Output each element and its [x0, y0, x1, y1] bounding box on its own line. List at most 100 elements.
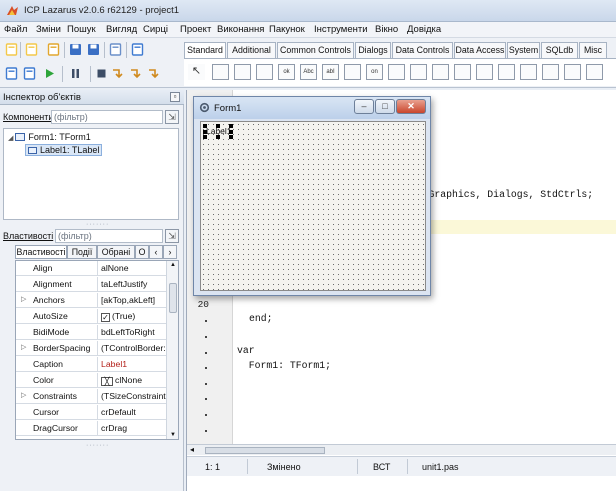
property-value[interactable]: crDefault [97, 405, 166, 419]
step-into-icon[interactable] [110, 66, 125, 81]
menu-item-8[interactable]: Інструменти [314, 24, 368, 35]
property-row[interactable]: Alignment taLeftJustify [16, 277, 166, 292]
property-value[interactable]: ✓ (True) [97, 309, 166, 323]
expand-arrow-icon[interactable]: ▷ [21, 341, 26, 355]
property-row[interactable]: DragCursor crDrag [16, 421, 166, 436]
property-value[interactable]: Label1 [97, 357, 166, 371]
run-icon[interactable] [42, 66, 57, 81]
tab-events[interactable]: Події [67, 245, 97, 259]
palette-component-2[interactable] [256, 64, 273, 80]
property-row[interactable]: AutoSize ✓ (True) [16, 309, 166, 324]
menu-item-4[interactable]: Сирці [143, 24, 168, 35]
property-row[interactable]: Color ╳ clNone [16, 373, 166, 388]
palette-component-14[interactable] [520, 64, 537, 80]
palette-tab-data-access[interactable]: Data Access [454, 42, 506, 58]
palette-component-8[interactable] [388, 64, 405, 80]
palette-component-6[interactable] [344, 64, 361, 80]
splitter-grip[interactable]: ······· [86, 221, 109, 228]
palette-component-0[interactable] [212, 64, 229, 80]
property-value[interactable]: ╳ clNone [97, 373, 166, 387]
resize-grip[interactable] [229, 130, 233, 134]
palette-component-13[interactable] [498, 64, 515, 80]
expand-arrow-icon[interactable]: ▷ [21, 293, 26, 307]
tab-properties[interactable]: Властивості [15, 245, 67, 259]
menu-item-2[interactable]: Пошук [67, 24, 96, 35]
save-all-icon[interactable] [86, 42, 101, 57]
form-designer-title-bar[interactable]: Form1 – □ ✕ [194, 97, 430, 119]
palette-tab-system[interactable]: System [507, 42, 540, 58]
menu-item-10[interactable]: Довідка [407, 24, 441, 35]
open-icon[interactable] [46, 42, 61, 57]
palette-tab-sqldb[interactable]: SQLdb [541, 42, 578, 58]
scroll-up-icon[interactable]: ▲ [170, 262, 176, 268]
splitter-grip[interactable]: ······· [86, 442, 109, 449]
tab-restricted[interactable]: О [135, 245, 149, 259]
palette-tab-additional[interactable]: Additional [227, 42, 276, 58]
property-value[interactable]: crDrag [97, 421, 166, 435]
palette-component-16[interactable] [564, 64, 581, 80]
resize-grip[interactable] [203, 124, 207, 128]
properties-filter-input[interactable]: (фільтр) [55, 229, 163, 243]
resize-grip[interactable] [203, 130, 207, 134]
scroll-left-icon[interactable]: ◂ [190, 445, 194, 454]
palette-component-11[interactable] [454, 64, 471, 80]
expand-arrow-icon[interactable]: ▷ [21, 389, 26, 403]
resize-grip[interactable] [216, 124, 220, 128]
palette-tab-dialogs[interactable]: Dialogs [355, 42, 391, 58]
palette-component-4[interactable]: Abc [300, 64, 317, 80]
palette-tab-common-controls[interactable]: Common Controls [277, 42, 354, 58]
property-value[interactable]: taLeftJustify [97, 277, 166, 291]
property-value[interactable]: (TControlBorder: [97, 341, 166, 355]
palette-component-17[interactable] [586, 64, 603, 80]
property-value[interactable]: bdLeftToRight [97, 325, 166, 339]
stop-icon[interactable] [94, 66, 109, 81]
property-row[interactable]: ▷ Anchors [akTop,akLeft] [16, 293, 166, 308]
clear-filter-icon[interactable]: ⇲ [165, 110, 179, 124]
resize-grip[interactable] [216, 135, 220, 139]
save-icon[interactable] [68, 42, 83, 57]
menu-item-5[interactable]: Проект [180, 24, 211, 35]
pause-icon[interactable] [68, 66, 83, 81]
clear-filter-icon[interactable]: ⇲ [165, 229, 179, 243]
code-line[interactable]: end; [249, 313, 273, 324]
palette-component-9[interactable] [410, 64, 427, 80]
step-over-icon[interactable] [128, 66, 143, 81]
form-design-surface[interactable]: Label1 [200, 121, 426, 291]
menu-item-7[interactable]: Пакунок [269, 24, 305, 35]
minimize-button[interactable]: – [354, 99, 374, 114]
scrollbar-thumb[interactable] [169, 283, 177, 313]
palette-component-3[interactable]: ok [278, 64, 295, 80]
form-designer-window[interactable]: Form1 – □ ✕ Label1 [193, 96, 431, 296]
property-row[interactable]: Align alNone [16, 261, 166, 276]
inspector-close-icon[interactable]: ▫ [170, 92, 180, 102]
resize-grip[interactable] [229, 124, 233, 128]
property-row[interactable]: Caption Label1 [16, 357, 166, 372]
property-value[interactable]: (TSizeConstraint: [97, 389, 166, 403]
scroll-down-icon[interactable]: ▼ [170, 432, 176, 438]
property-row[interactable]: Cursor crDefault [16, 405, 166, 420]
menu-item-9[interactable]: Вікно [375, 24, 398, 35]
property-value[interactable]: [akTop,akLeft] [97, 293, 166, 307]
menu-item-6[interactable]: Виконання [217, 24, 264, 35]
property-row[interactable]: ▷ Constraints (TSizeConstraint: [16, 389, 166, 404]
code-line[interactable]: var [237, 345, 255, 356]
resize-grip[interactable] [229, 135, 233, 139]
property-value[interactable]: alNone [97, 261, 166, 275]
resize-grip[interactable] [203, 135, 207, 139]
selection-arrow-icon[interactable]: ↖ [188, 64, 205, 80]
palette-tab-data-controls[interactable]: Data Controls [392, 42, 453, 58]
palette-tab-misc[interactable]: Misc [579, 42, 607, 58]
property-grid-scrollbar[interactable]: ▲ ▼ [166, 261, 178, 439]
view-forms-icon[interactable] [130, 42, 145, 57]
toggle-form-unit-icon[interactable] [108, 42, 123, 57]
menu-item-0[interactable]: Файл [4, 24, 27, 35]
code-line[interactable]: Form1: TForm1; [237, 360, 331, 371]
palette-component-10[interactable] [432, 64, 449, 80]
property-row[interactable]: BidiMode bdLeftToRight [16, 325, 166, 340]
checkbox-icon[interactable]: ✓ [101, 313, 110, 322]
property-row[interactable]: ▷ BorderSpacing (TControlBorder: [16, 341, 166, 356]
tree-node-label1[interactable]: Label1: TLabel [25, 144, 103, 156]
palette-component-1[interactable] [234, 64, 251, 80]
palette-component-12[interactable] [476, 64, 493, 80]
new-unit-icon[interactable] [4, 42, 19, 57]
